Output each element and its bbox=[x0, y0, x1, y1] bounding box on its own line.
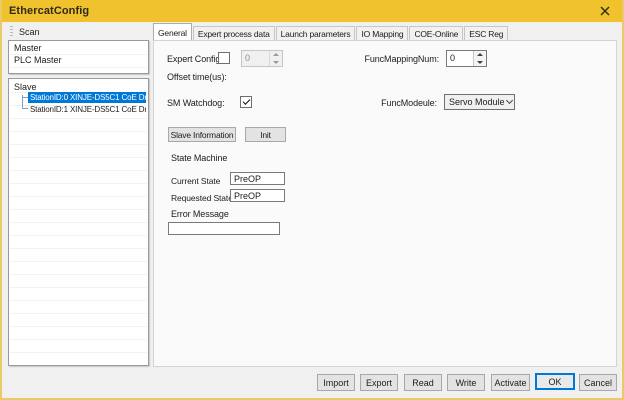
sm-watchdog-label: SM Watchdog: bbox=[167, 98, 225, 108]
spinner-down-icon[interactable] bbox=[474, 59, 486, 67]
close-icon bbox=[600, 6, 610, 16]
ok-button[interactable]: OK bbox=[535, 373, 575, 390]
offset-time-label: Offset time(us): bbox=[167, 72, 227, 82]
scan-toolbar: Scan bbox=[8, 24, 149, 39]
tab-expert-process-data[interactable]: Expert process data bbox=[193, 26, 275, 40]
scan-label: Scan bbox=[19, 27, 40, 37]
close-button[interactable] bbox=[596, 3, 614, 19]
expert-config-spinner[interactable]: 0 bbox=[241, 50, 283, 67]
write-button[interactable]: Write bbox=[447, 374, 485, 391]
tree-item-station-0[interactable]: StationID:0 XINJE-DS5C1 CoE Drive Re... bbox=[28, 92, 146, 103]
read-button[interactable]: Read bbox=[404, 374, 442, 391]
master-list: Master PLC Master bbox=[8, 40, 149, 74]
list-item-plc-master[interactable]: PLC Master bbox=[9, 53, 148, 65]
requested-state-field[interactable]: PreOP bbox=[230, 189, 285, 202]
tab-general[interactable]: General bbox=[153, 23, 192, 40]
tabpage-general: Expert Config: 0 FuncMappingNum: 0 Offse… bbox=[153, 40, 617, 367]
window-title: EthercatConfig bbox=[9, 5, 89, 17]
tree-item-station-1[interactable]: StationID:1 XINJE-DS5C1 CoE Drive Re... bbox=[28, 104, 146, 115]
state-machine-title: State Machine bbox=[171, 153, 227, 163]
export-button[interactable]: Export bbox=[360, 374, 398, 391]
spinner-down-icon[interactable] bbox=[270, 59, 282, 67]
init-button[interactable]: Init bbox=[245, 127, 286, 142]
spinner-up-icon[interactable] bbox=[474, 51, 486, 59]
toolstrip-grip-icon[interactable] bbox=[10, 26, 13, 37]
activate-button[interactable]: Activate bbox=[491, 374, 530, 391]
current-state-field[interactable]: PreOP bbox=[230, 172, 285, 185]
slave-tree: Slave StationID:0 XINJE-DS5C1 CoE Drive … bbox=[8, 78, 149, 366]
spinner-up-icon[interactable] bbox=[270, 51, 282, 59]
slave-information-button[interactable]: Slave Information bbox=[168, 127, 236, 142]
error-message-label: Error Message bbox=[171, 209, 229, 219]
sm-watchdog-checkbox[interactable] bbox=[240, 96, 252, 108]
titlebar: EthercatConfig bbox=[2, 0, 622, 22]
expert-config-label: Expert Config: bbox=[167, 54, 223, 64]
tab-coe-online[interactable]: COE-Online bbox=[409, 26, 463, 40]
requested-state-label: Requested State bbox=[171, 193, 233, 203]
row-separators bbox=[10, 80, 147, 364]
error-message-field[interactable] bbox=[168, 222, 280, 235]
expert-config-checkbox[interactable] bbox=[218, 52, 230, 64]
import-button[interactable]: Import bbox=[317, 374, 355, 391]
func-module-dropdown[interactable]: Servo Module bbox=[444, 94, 515, 110]
func-module-label: FuncModeule: bbox=[381, 98, 437, 108]
tab-strip: General Expert process data Launch param… bbox=[153, 23, 509, 40]
tab-launch-parameters[interactable]: Launch parameters bbox=[276, 26, 356, 40]
list-item-master[interactable]: Master bbox=[9, 41, 148, 53]
tree-connector bbox=[22, 95, 23, 108]
ethercat-config-window: EthercatConfig Scan Master PLC Master Sl… bbox=[0, 0, 624, 400]
slave-tree-header: Slave bbox=[9, 79, 148, 92]
current-state-label: Current State bbox=[171, 176, 220, 186]
tab-io-mapping[interactable]: IO Mapping bbox=[356, 26, 408, 40]
cancel-button[interactable]: Cancel bbox=[579, 374, 617, 391]
func-mapping-num-spinner[interactable]: 0 bbox=[446, 50, 487, 67]
chevron-down-icon bbox=[505, 101, 514, 103]
func-mapping-num-label: FuncMappingNum: bbox=[364, 54, 439, 64]
tab-esc-reg[interactable]: ESC Reg bbox=[464, 26, 508, 40]
